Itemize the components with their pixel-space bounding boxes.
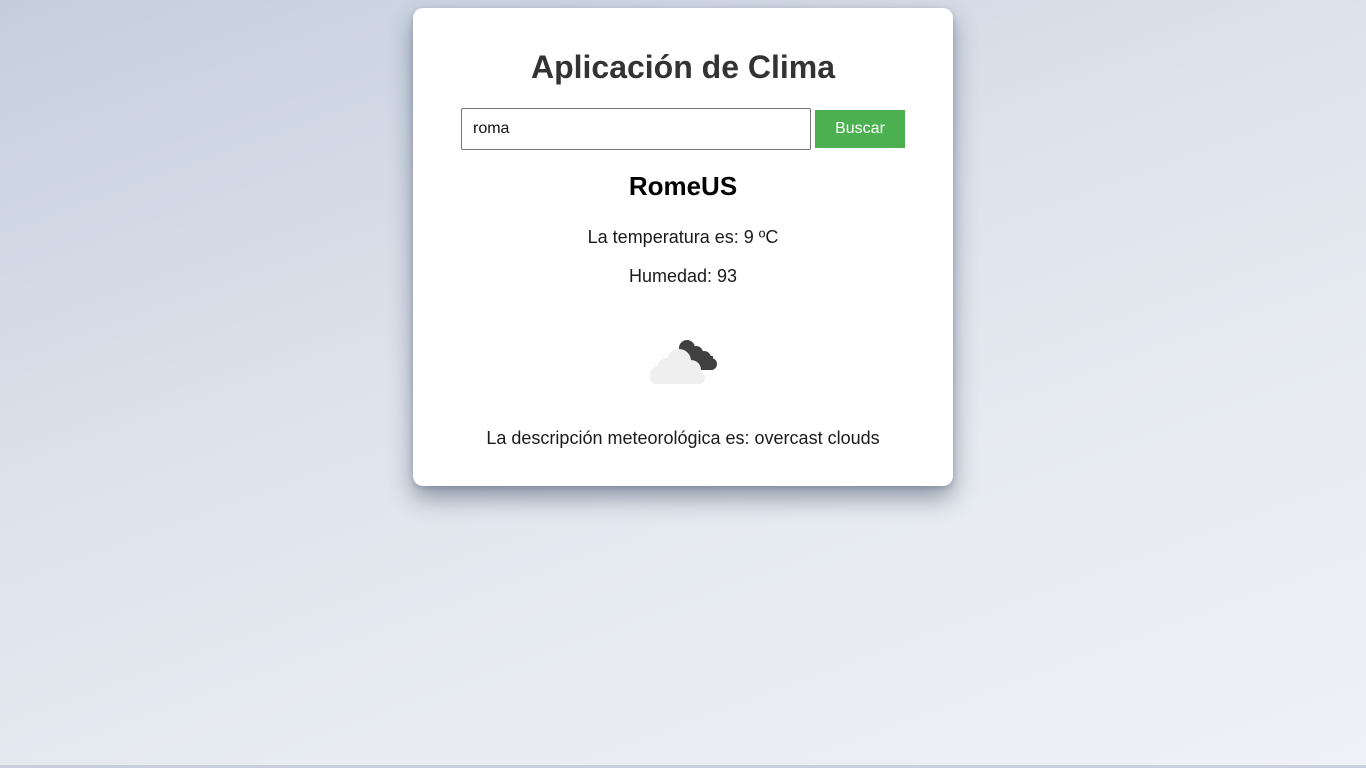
weather-card: Aplicación de Clima Buscar RomeUS La tem… — [413, 8, 953, 486]
temperature-text: La temperatura es: 9 ºC — [587, 227, 779, 247]
weather-description-text: La descripción meteorológica es: overcas… — [486, 428, 880, 448]
search-button[interactable]: Buscar — [815, 110, 905, 148]
app-title: Aplicación de Clima — [530, 49, 836, 85]
overcast-clouds-icon — [650, 340, 717, 384]
search-row: Buscar — [461, 108, 905, 150]
city-search-input[interactable] — [461, 108, 811, 150]
city-name: RomeUS — [628, 171, 738, 201]
humidity-text: Humedad: 93 — [628, 266, 738, 286]
